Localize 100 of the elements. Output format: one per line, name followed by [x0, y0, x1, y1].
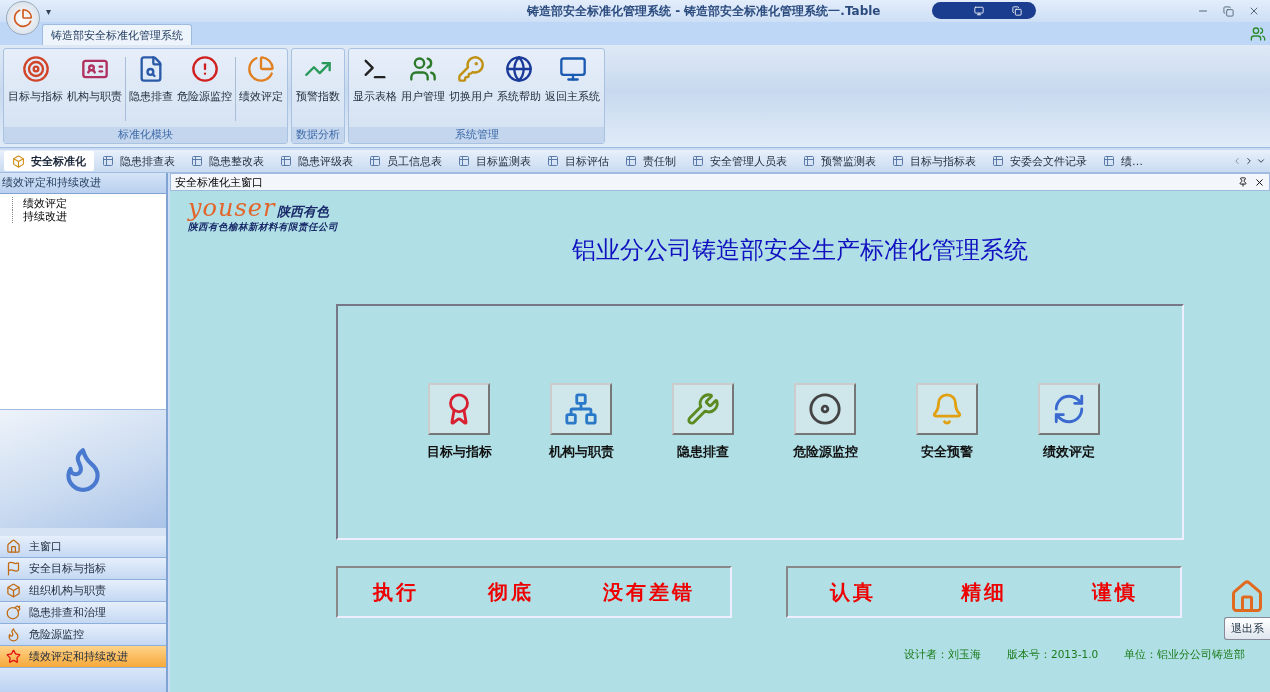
app-menu-button[interactable] — [6, 1, 40, 35]
document-tab[interactable]: 隐患排查表 — [94, 151, 183, 171]
table-icon — [369, 155, 381, 167]
cube-icon — [12, 154, 25, 168]
wrench-icon — [672, 383, 734, 435]
nav-item[interactable]: 组织机构与职责 — [0, 580, 166, 602]
table-icon — [625, 155, 637, 167]
star-icon — [6, 649, 21, 664]
alert-icon — [190, 55, 219, 83]
group-label: 标准化模块 — [4, 127, 287, 143]
ribbon-tab[interactable]: 铸造部安全标准化管理系统 — [42, 24, 192, 45]
nav-item[interactable]: 主窗口 — [0, 536, 166, 558]
system-title: 铝业分公司铸造部安全生产标准化管理系统 — [571, 235, 1029, 266]
document-tab[interactable]: 安委会文件记录 — [984, 151, 1095, 171]
document-tab[interactable]: 责任制 — [617, 151, 684, 171]
document-tab[interactable]: 绩… — [1095, 151, 1151, 171]
module-button[interactable]: 绩效评定 — [1031, 382, 1107, 462]
overlay-toolbar[interactable] — [932, 2, 1036, 19]
table-icon — [803, 155, 815, 167]
document-tab[interactable]: 目标监测表 — [450, 151, 539, 171]
slogan-text: 精细 — [961, 578, 1007, 606]
group-label: 系统管理 — [349, 127, 604, 143]
splitter-handle[interactable] — [0, 528, 166, 536]
ribbon-button[interactable]: 危险源监控 — [175, 51, 234, 127]
ribbon-button[interactable]: 系统帮助 — [495, 51, 543, 127]
document-tab[interactable]: 目标与指标表 — [884, 151, 984, 171]
document-tab[interactable]: 隐患整改表 — [183, 151, 272, 171]
table-icon — [102, 155, 114, 167]
module-button[interactable]: 机构与职责 — [543, 382, 619, 462]
group-label: 数据分析 — [292, 127, 344, 143]
network-icon — [550, 383, 612, 435]
pin-icon[interactable] — [1238, 177, 1248, 187]
bomb-icon — [6, 605, 21, 620]
slogan-text: 执行 — [372, 578, 419, 606]
slogan-text: 彻底 — [488, 578, 534, 606]
table-icon — [280, 155, 292, 167]
window-header-title: 安全标准化主窗口 — [175, 174, 264, 190]
key-icon — [457, 55, 485, 83]
nav-item[interactable]: 隐患排查和治理 — [0, 602, 166, 624]
flag-icon — [6, 561, 21, 576]
logo-subtitle: 陕西有色 — [277, 204, 330, 219]
scroll-right-icon[interactable] — [1244, 156, 1254, 166]
globe-icon — [505, 55, 533, 83]
ribbon-button[interactable]: 显示表格 — [351, 51, 399, 127]
panel-header: 绩效评定和持续改进 — [0, 173, 166, 194]
nav-item[interactable]: 安全目标与指标 — [0, 558, 166, 580]
company-name: 陕西有色榆林新材料有限责任公司 — [188, 221, 339, 234]
target-icon — [21, 55, 50, 83]
ribbon-button[interactable]: 用户管理 — [399, 51, 447, 127]
ribbon-button[interactable]: 目标与指标 — [6, 51, 65, 127]
nav-item[interactable]: 绩效评定和持续改进 — [0, 646, 166, 668]
refresh-icon — [1038, 383, 1100, 435]
slogan-text: 认真 — [830, 578, 877, 606]
quick-access-caret[interactable]: ▾ — [46, 5, 52, 17]
table-icon — [992, 155, 1004, 167]
ribbon-button[interactable]: 绩效评定 — [237, 51, 285, 127]
ribbon-button[interactable]: 预警指数 — [294, 51, 342, 127]
table-icon — [692, 155, 704, 167]
bell-icon — [916, 383, 978, 435]
document-tab[interactable]: 隐患评级表 — [272, 151, 361, 171]
close-icon[interactable] — [1254, 176, 1265, 188]
badge-icon — [428, 383, 490, 435]
table-icon — [1103, 155, 1115, 167]
footer-text: 版本号：2013-1.0 — [1007, 648, 1099, 662]
dropdown-icon[interactable] — [1256, 156, 1266, 166]
logo-text: youser — [188, 197, 276, 219]
users-icon — [409, 55, 437, 83]
document-tab[interactable]: 目标评估 — [539, 151, 617, 171]
ribbon-button[interactable]: 隐患排查 — [127, 51, 175, 127]
table-icon — [892, 155, 904, 167]
ribbon-button[interactable]: 机构与职责 — [65, 51, 124, 127]
module-button[interactable]: 目标与指标 — [421, 382, 497, 462]
footer-text: 设计者：刘玉海 — [904, 648, 981, 662]
module-button[interactable]: 危险源监控 — [787, 382, 863, 462]
monitor-icon[interactable] — [974, 5, 984, 16]
ribbon-button[interactable]: 返回主系统 — [543, 51, 602, 127]
monitor-icon — [558, 55, 587, 83]
pie-chart-icon — [13, 8, 33, 28]
restore-icon[interactable] — [1223, 5, 1234, 17]
document-tab[interactable]: 安全管理人员表 — [684, 151, 795, 171]
ribbon-button[interactable]: 切换用户 — [447, 51, 495, 127]
pie-chart-icon — [247, 55, 275, 83]
slogan-text: 没有差错 — [603, 578, 696, 606]
footer-text: 单位：铝业分公司铸造部 — [1124, 648, 1246, 662]
window-title: 铸造部安全标准化管理系统 - 铸造部安全标准化管理系统一.Table — [527, 2, 881, 20]
tree-item[interactable]: 持续改进 — [12, 210, 166, 223]
document-tab[interactable]: 安全标准化 — [4, 151, 94, 171]
house-icon — [1229, 579, 1265, 615]
table-icon — [547, 155, 559, 167]
exit-button[interactable]: 退出系 — [1224, 617, 1270, 640]
module-button[interactable]: 隐患排查 — [665, 382, 741, 462]
table-icon — [191, 155, 203, 167]
slogan-text: 谨慎 — [1091, 578, 1138, 606]
document-tab[interactable]: 预警监测表 — [795, 151, 884, 171]
module-button[interactable]: 安全预警 — [909, 382, 985, 462]
windows-icon[interactable] — [1012, 5, 1022, 16]
document-tab[interactable]: 员工信息表 — [361, 151, 450, 171]
tree-item[interactable]: 绩效评定 — [12, 197, 166, 210]
nav-item[interactable]: 危险源监控 — [0, 624, 166, 646]
users-icon[interactable] — [1250, 26, 1266, 42]
